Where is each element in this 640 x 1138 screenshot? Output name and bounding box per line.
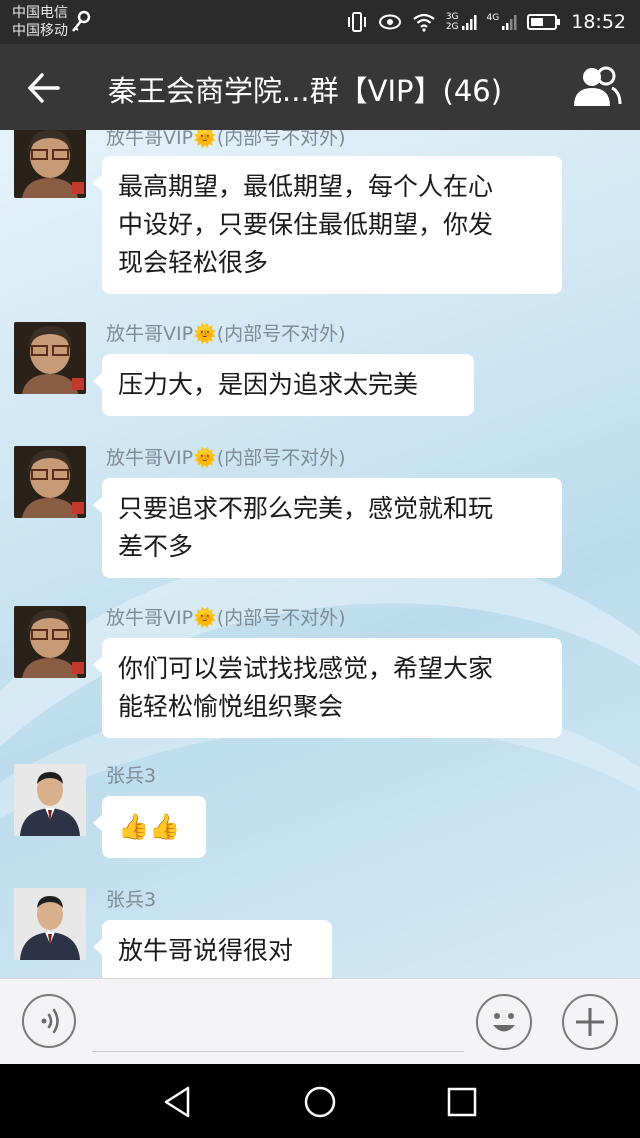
avatar[interactable] (14, 606, 86, 678)
message-text-line: 现会轻松很多 (118, 248, 269, 277)
emoji-button[interactable] (476, 994, 532, 1050)
message-text-line: 最高期望，最低期望，每个人在心 (118, 172, 494, 201)
message-text-line: 压力大，是因为追求太完美 (118, 370, 419, 399)
avatar[interactable] (14, 130, 86, 198)
carrier-info: 中国电信 中国移动 (12, 4, 68, 40)
message-bubble[interactable]: 👍👍 (93, 796, 206, 858)
message-input[interactable] (92, 995, 464, 1052)
chat-message-list[interactable]: 放牛哥VIP🌞(内部号不对外) 最高期望，最低期望，每个人在心 中设好，只要保住… (0, 130, 640, 978)
message-text-line: 只要追求不那么完美，感觉就和玩 (118, 494, 494, 523)
system-nav-bar (0, 1064, 640, 1138)
wifi-icon (413, 13, 435, 32)
network-2g: 2G (445, 22, 459, 32)
sender-name: 放牛哥VIP🌞(内部号不对外) (106, 323, 346, 345)
message-text-line: 放牛哥说得很对 (118, 936, 294, 965)
signal-icon-1 (461, 15, 477, 30)
message-bubble[interactable]: 最高期望，最低期望，每个人在心 中设好，只要保住最低期望，你发 现会轻松很多 (93, 156, 562, 294)
message-bubble[interactable]: 你们可以尝试找找感觉，希望大家 能轻松愉悦组织聚会 (93, 638, 562, 738)
battery-icon (527, 14, 561, 30)
voice-button[interactable] (22, 994, 76, 1048)
arrow-left-icon[interactable] (22, 66, 66, 110)
sender-name: 放牛哥VIP🌞(内部号不对外) (106, 447, 346, 469)
message-text-line: 你们可以尝试找找感觉，希望大家 (118, 654, 494, 683)
sender-name: 张兵3 (106, 765, 157, 787)
avatar[interactable] (14, 888, 86, 960)
sender-name: 张兵3 (106, 889, 157, 911)
message-text-line: 能轻松愉悦组织聚会 (118, 692, 344, 721)
message-bubble[interactable]: 放牛哥说得很对 (93, 920, 332, 978)
status-icons: 3G 2G 4G 18:52 (346, 8, 626, 36)
avatar[interactable] (14, 764, 86, 836)
sender-name: 放牛哥VIP🌞(内部号不对外) (106, 607, 346, 629)
signal-icon-2 (502, 15, 517, 30)
plus-icon (576, 1008, 604, 1036)
message-bubble[interactable]: 只要追求不那么完美，感觉就和玩 差不多 (93, 478, 562, 578)
network-4g: 4G (486, 13, 500, 23)
voice-icon (41, 1008, 59, 1034)
avatar[interactable] (14, 322, 86, 394)
key-icon (72, 10, 91, 32)
nav-recents-icon[interactable] (444, 1084, 480, 1120)
message-bubble[interactable]: 压力大，是因为追求太完美 (93, 354, 474, 416)
vibrate-icon (347, 12, 366, 32)
message-text-line: 差不多 (118, 532, 194, 561)
clock: 18:52 (571, 11, 626, 33)
status-bar: 中国电信 中国移动 3G 2G 4G 18:52 (0, 0, 640, 44)
chat-input-bar (0, 978, 640, 1065)
chat-title: 秦王会商学院...群【VIP】(46) (108, 74, 503, 108)
eye-icon (378, 14, 401, 30)
message-text-line: 中设好，只要保住最低期望，你发 (118, 210, 494, 239)
avatar[interactable] (14, 446, 86, 518)
sender-name: 放牛哥VIP🌞(内部号不对外) (106, 130, 346, 149)
emoji-icon (493, 1013, 515, 1032)
network-type: 3G 2G (446, 12, 477, 32)
network-3g: 3G (445, 12, 459, 22)
network-type-4g: 4G (487, 13, 518, 31)
carrier-2: 中国移动 (12, 23, 68, 39)
message-text-line: 👍👍 (118, 812, 181, 841)
chat-header: 秦王会商学院...群【VIP】(46) (0, 44, 640, 130)
group-members-icon[interactable] (572, 64, 622, 110)
nav-home-icon[interactable] (302, 1084, 338, 1120)
carrier-1: 中国电信 (12, 5, 68, 21)
more-button[interactable] (562, 994, 618, 1050)
nav-back-icon[interactable] (160, 1084, 196, 1120)
